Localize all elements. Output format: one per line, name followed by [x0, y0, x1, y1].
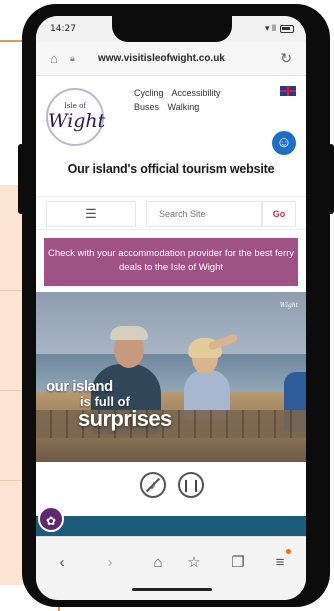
lock-icon: 🔒︎: [70, 53, 75, 63]
hero-headline-line1: our island: [46, 378, 113, 395]
hero-image: Wight our island is full of surprises: [36, 292, 306, 462]
status-icons: ▾ ll: [265, 23, 294, 34]
forward-icon[interactable]: ›: [98, 551, 122, 575]
notch: [112, 16, 232, 42]
mute-icon[interactable]: ♪: [140, 472, 166, 498]
uk-flag-icon[interactable]: [280, 86, 296, 96]
search-input[interactable]: [146, 201, 262, 227]
menu-icon[interactable]: ≡: [268, 551, 292, 575]
reload-icon[interactable]: ↻: [280, 50, 292, 67]
nav-link-buses[interactable]: Buses: [134, 102, 159, 112]
url-text[interactable]: www.visitisleofwight.co.uk: [98, 53, 225, 64]
phone-screen: 14:27 ▾ ll ⌂ 🔒︎ www.visitisleofwight.co.…: [36, 16, 306, 600]
battery-icon: [280, 24, 294, 33]
top-nav: Cycling Accessibility Buses Walking: [134, 86, 227, 114]
hero-person-woman-arm: [207, 333, 239, 351]
favorite-icon[interactable]: ☆: [182, 551, 206, 575]
footer-strip: [36, 516, 306, 536]
go-button[interactable]: Go: [262, 201, 296, 227]
logo-big-text: Wight: [48, 110, 106, 132]
address-bar[interactable]: ⌂ 🔒︎ www.visitisleofwight.co.uk ↻: [36, 42, 306, 76]
status-time: 14:27: [50, 24, 76, 34]
home-icon[interactable]: ⌂: [50, 51, 58, 66]
power-button: [328, 144, 334, 214]
search-row: ☰ Go: [36, 196, 306, 230]
hero-logo: Wight: [279, 302, 298, 309]
hero-headline-line3: surprises: [78, 406, 172, 431]
pause-icon[interactable]: ❙❙: [178, 472, 204, 498]
accessibility-icon[interactable]: ☺: [272, 131, 296, 155]
site-logo[interactable]: Isle of Wight: [46, 88, 106, 146]
site-tagline: Our island's official tourism website: [67, 162, 275, 176]
menu-button[interactable]: ☰: [46, 201, 136, 227]
hero-person-man-cap: [110, 326, 148, 340]
home-icon[interactable]: ⌂: [146, 551, 170, 575]
notification-dot: [286, 549, 291, 554]
tabs-icon[interactable]: ❐: [226, 551, 250, 575]
cookie-icon[interactable]: ✿: [38, 506, 64, 532]
promo-banner[interactable]: Check with your accommodation provider f…: [44, 238, 298, 286]
site-header: Isle of Wight Cycling Accessibility Buse…: [36, 76, 306, 196]
nav-link-cycling[interactable]: Cycling: [134, 88, 164, 98]
media-controls: ♪ ❙❙: [36, 462, 306, 514]
nav-link-walking[interactable]: Walking: [168, 102, 200, 112]
back-icon[interactable]: ‹: [50, 551, 74, 575]
stage: 14:27 ▾ ll ⌂ 🔒︎ www.visitisleofwight.co.…: [0, 0, 334, 611]
signal-icon: ▾ ll: [264, 23, 276, 33]
nav-link-accessibility[interactable]: Accessibility: [172, 88, 221, 98]
volume-button: [18, 144, 24, 214]
logo-small-text: Isle of: [64, 102, 86, 110]
home-indicator: [132, 588, 212, 591]
